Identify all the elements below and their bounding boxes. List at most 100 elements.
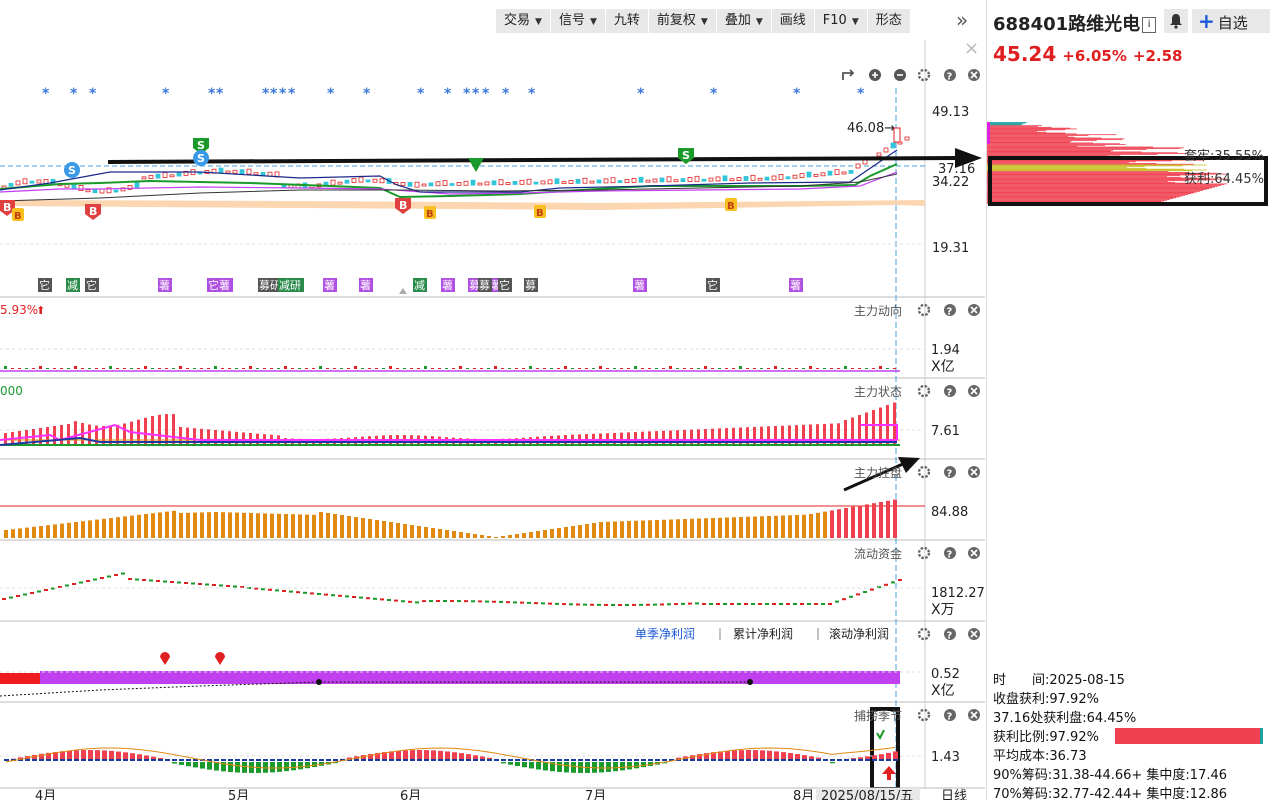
- volume-bar: [207, 368, 210, 369]
- season-base: [802, 759, 807, 761]
- candle: [596, 179, 602, 184]
- season-base: [711, 759, 716, 761]
- signal-star: *: [262, 86, 270, 102]
- candle: [232, 169, 238, 174]
- volume-bar: [480, 368, 483, 369]
- flow-tick: [212, 584, 216, 586]
- season-base: [620, 759, 625, 761]
- chip-stat-line: 37.16处获利盘:64.45%: [993, 711, 1137, 726]
- control-bar: [263, 513, 267, 538]
- volume-bar: [739, 366, 742, 369]
- control-bar: [431, 528, 435, 538]
- flow-tick: [681, 602, 685, 605]
- season-base: [284, 759, 289, 761]
- control-bar: [788, 515, 792, 538]
- candle: [15, 180, 21, 186]
- profit-tab[interactable]: 累计净利润: [733, 627, 793, 641]
- season-base: [627, 759, 632, 761]
- volume-bar: [690, 368, 693, 369]
- add-watchlist-button[interactable]: + 自选: [1192, 9, 1270, 33]
- volume-bar: [312, 368, 315, 369]
- profit-tab[interactable]: 单季净利润: [635, 627, 695, 641]
- season-base: [725, 759, 730, 761]
- candle: [428, 182, 434, 187]
- control-bar: [298, 514, 302, 538]
- volume-bar: [347, 368, 350, 369]
- candle: [218, 167, 224, 174]
- add-watchlist-label: 自选: [1217, 14, 1248, 32]
- chip-bar: [987, 139, 1123, 141]
- stock-chart[interactable]: ?49.1337.1634.2219.31* * * * * * * * * * * * * * * * * * *…: [0, 40, 985, 804]
- annotation-arrow: [107, 156, 959, 164]
- candle: [358, 176, 364, 183]
- volume-bar: [256, 368, 259, 369]
- info-icon[interactable]: i: [1142, 17, 1157, 33]
- chip-bar: [987, 170, 1193, 172]
- toolbar-button-4[interactable]: 叠加 ▼: [716, 9, 772, 33]
- control-bar: [88, 520, 92, 538]
- candle: [22, 178, 28, 185]
- flow-tick: [660, 603, 664, 606]
- chart-area[interactable]: ? 49.13 37.16 34.22 19.31 * * * * * * * * * * * * * * * * * * *…: [0, 40, 985, 804]
- flow-tick: [310, 592, 314, 595]
- expand-panel-icon[interactable]: »: [956, 8, 968, 32]
- flow-tick: [352, 596, 356, 598]
- chip-bar: [987, 140, 1072, 142]
- chip-bar: [987, 152, 1178, 154]
- scroll-marker: [399, 288, 407, 294]
- control-bar: [515, 534, 519, 538]
- candle: [246, 168, 252, 175]
- season-base: [571, 759, 576, 761]
- help-glyph: ?: [947, 712, 953, 723]
- season-bar: [522, 762, 527, 768]
- volume-bar: [508, 368, 511, 369]
- toolbar-button-label: 交易: [504, 13, 531, 28]
- control-bar: [193, 512, 197, 538]
- chip-bar: [987, 141, 1070, 143]
- toolbar-button-7[interactable]: 形态: [867, 9, 911, 33]
- flow-tick: [485, 600, 489, 603]
- flow-tick: [408, 600, 412, 603]
- profit-tab[interactable]: 滚动净利润: [829, 626, 889, 641]
- signal-letter: S: [197, 152, 205, 165]
- chip-stat-line: 90%筹码:31.38-44.66+ 集中度:17.46: [993, 768, 1228, 783]
- volume-bar: [753, 368, 756, 369]
- toolbar-button-1[interactable]: 信号 ▼: [550, 9, 606, 33]
- season-base: [39, 759, 44, 761]
- season-base: [298, 759, 303, 761]
- chip-bar: [987, 197, 1176, 199]
- volume-bar: [214, 366, 217, 369]
- season-base: [739, 759, 744, 761]
- volume-bar: [46, 368, 49, 369]
- volume-bar: [655, 368, 658, 369]
- volume-bar: [81, 368, 84, 369]
- toolbar-button-3[interactable]: 前复权 ▼: [648, 9, 717, 33]
- candle: [708, 177, 714, 182]
- change-amount: +2.58: [1132, 47, 1183, 65]
- toolbar-button-5[interactable]: 画线: [771, 9, 815, 33]
- control-bar: [319, 512, 323, 538]
- alert-bell-button[interactable]: [1164, 9, 1188, 33]
- flow-tick: [849, 595, 853, 598]
- control-bar: [851, 506, 855, 538]
- season-bar: [508, 762, 513, 765]
- status-bar: [151, 416, 154, 445]
- toolbar-button-0[interactable]: 交易 ▼: [496, 9, 551, 33]
- season-base: [515, 759, 520, 761]
- season-bar: [193, 762, 198, 768]
- control-bar: [739, 517, 743, 538]
- toolbar-button-6[interactable]: F10 ▼: [814, 9, 868, 33]
- control-bar: [368, 519, 372, 538]
- flow-tick: [723, 603, 727, 605]
- candle: [554, 178, 560, 185]
- season-base: [242, 759, 247, 761]
- candle: [281, 184, 287, 188]
- flow-tick: [625, 603, 629, 606]
- season-base: [662, 759, 667, 761]
- season-base: [410, 759, 415, 761]
- volume-bar: [816, 368, 819, 369]
- season-base: [634, 759, 639, 761]
- season-base: [228, 759, 233, 761]
- caret-down-icon: ▼: [535, 17, 542, 27]
- toolbar-button-2[interactable]: 九转: [605, 9, 649, 33]
